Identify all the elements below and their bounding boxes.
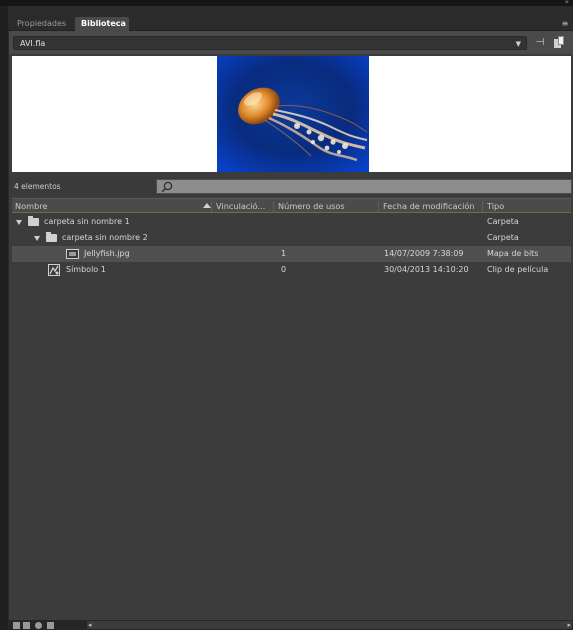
panel-tab-bar: Propiedades Biblioteca ≡ xyxy=(9,6,573,31)
panel-menu-icon[interactable]: ≡ xyxy=(560,19,570,28)
list-item[interactable]: Símbolo 1 0 30/04/2013 14:10:20 Clip de … xyxy=(12,262,571,278)
item-modified: 30/04/2013 14:10:20 xyxy=(384,265,469,274)
expand-arrow-icon[interactable] xyxy=(16,220,22,225)
search-input[interactable] xyxy=(156,179,572,194)
document-filename: AVI.fla xyxy=(20,39,46,48)
expand-arrow-icon[interactable] xyxy=(34,236,40,241)
column-type[interactable]: Tipo xyxy=(482,201,504,212)
chevron-down-icon: ▼ xyxy=(515,40,521,48)
new-symbol-icon[interactable] xyxy=(13,622,20,629)
item-type: Mapa de bits xyxy=(487,249,539,258)
search-row: 4 elementos xyxy=(9,177,573,196)
tab-propiedades[interactable]: Propiedades xyxy=(11,17,73,31)
library-bottom-bar: ◂ ▸ xyxy=(9,620,573,630)
properties-icon[interactable] xyxy=(35,622,42,629)
item-name: Símbolo 1 xyxy=(66,265,106,274)
item-name: Jellyfish.jpg xyxy=(84,249,130,258)
item-type: Carpeta xyxy=(487,217,519,226)
column-name[interactable]: Nombre xyxy=(15,201,48,211)
library-column-header: Nombre Vinculació... Número de usos Fech… xyxy=(12,198,571,213)
item-name: carpeta sin nombre 2 xyxy=(62,233,148,242)
new-folder-icon[interactable] xyxy=(23,622,30,629)
list-item[interactable]: carpeta sin nombre 1 Carpeta xyxy=(12,214,571,230)
library-panel: Propiedades Biblioteca ≡ AVI.fla ▼ ⊣ 4 e… xyxy=(8,6,573,630)
list-item[interactable]: carpeta sin nombre 2 Carpeta xyxy=(12,230,571,246)
folder-icon xyxy=(28,216,39,226)
item-type: Clip de película xyxy=(487,265,549,274)
item-type: Carpeta xyxy=(487,233,519,242)
item-uses: 1 xyxy=(281,249,287,258)
movie-clip-icon xyxy=(48,264,60,276)
delete-icon[interactable] xyxy=(47,622,54,629)
bitmap-icon xyxy=(66,249,79,259)
item-modified: 14/07/2009 7:38:09 xyxy=(384,249,464,258)
tab-biblioteca[interactable]: Biblioteca xyxy=(75,17,129,31)
jellyfish-preview-image xyxy=(217,56,369,172)
sort-ascending-icon xyxy=(203,203,211,208)
pin-library-icon[interactable]: ⊣ xyxy=(533,36,547,50)
folder-icon xyxy=(46,232,57,242)
item-name: carpeta sin nombre 1 xyxy=(44,217,130,226)
item-uses: 0 xyxy=(281,265,287,274)
document-select[interactable]: AVI.fla ▼ xyxy=(13,36,527,50)
column-linkage[interactable]: Vinculació... xyxy=(211,201,265,212)
new-library-panel-icon[interactable] xyxy=(552,36,566,50)
column-uses[interactable]: Número de usos xyxy=(273,201,345,212)
scroll-left-icon[interactable]: ◂ xyxy=(88,621,92,629)
column-modified[interactable]: Fecha de modificación xyxy=(378,201,475,212)
search-icon xyxy=(161,181,173,193)
scroll-right-icon[interactable]: ▸ xyxy=(567,621,571,629)
document-row: AVI.fla ▼ ⊣ xyxy=(9,31,573,54)
item-count: 4 elementos xyxy=(14,182,61,191)
list-item[interactable]: Jellyfish.jpg 1 14/07/2009 7:38:09 Mapa … xyxy=(12,246,571,262)
item-preview xyxy=(12,56,571,172)
library-items: carpeta sin nombre 1 Carpeta carpeta sin… xyxy=(12,214,571,278)
horizontal-scrollbar[interactable]: ◂ ▸ xyxy=(87,621,572,629)
